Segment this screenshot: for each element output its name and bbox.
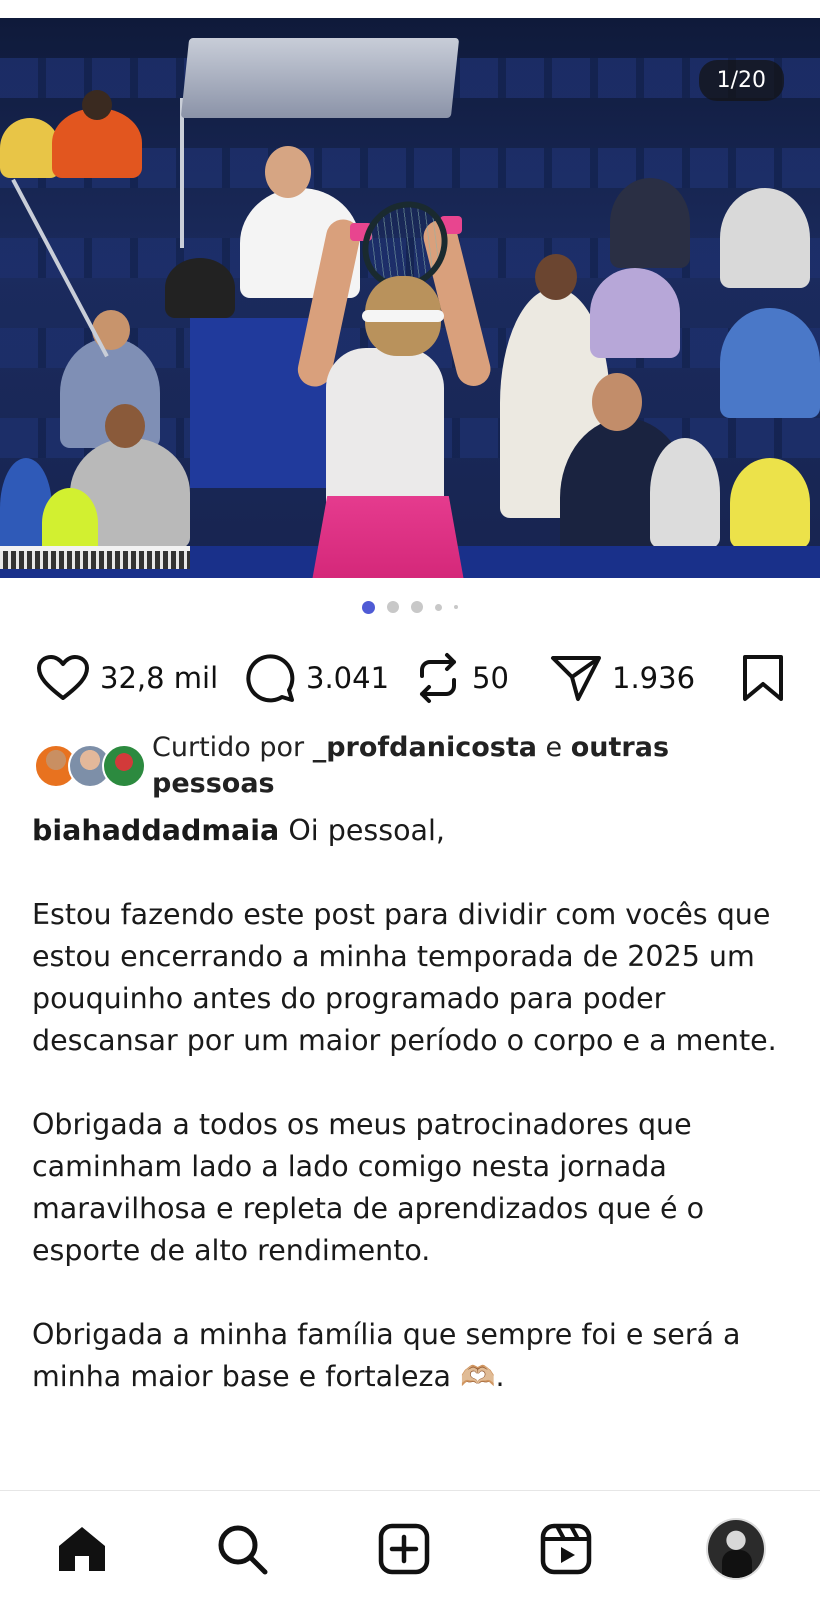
post-image[interactable]: 1/20 [0, 18, 820, 578]
nav-profile[interactable] [706, 1518, 766, 1580]
spectator [610, 178, 690, 268]
carousel-dot [411, 601, 423, 613]
court-net [0, 546, 190, 569]
caption-username[interactable]: biahaddadmaia [32, 814, 279, 847]
carousel-dot [454, 605, 458, 609]
spectator [0, 118, 60, 178]
official-head [592, 373, 642, 431]
liked-by-conjunction: e [536, 732, 571, 763]
repost-count: 50 [472, 661, 509, 695]
post-caption: biahaddadmaia Oi pessoal, Estou fazendo … [32, 810, 792, 1398]
carousel-counter: 1/20 [698, 60, 784, 101]
home-icon [59, 1527, 105, 1571]
caption-paragraph: Obrigada a todos os meus patrocinadores … [32, 1108, 705, 1267]
search-icon [218, 1525, 268, 1575]
stair-rail [180, 98, 184, 248]
send-icon [551, 656, 601, 701]
carousel-dot [387, 601, 399, 613]
avatar [102, 744, 146, 788]
umpire-canopy [180, 38, 460, 118]
bookmark-icon [743, 655, 783, 701]
spectator-head [535, 254, 577, 300]
share-count: 1.936 [612, 661, 696, 695]
profile-avatar [706, 1518, 766, 1580]
comment-count: 3.041 [306, 661, 390, 695]
share-button[interactable]: 1.936 [550, 650, 695, 706]
spectator [590, 268, 680, 358]
post-actions: 32,8 mil 3.041 50 1.936 [0, 650, 820, 706]
player-top [326, 348, 444, 508]
status-bar-gap [0, 0, 820, 18]
umpire-head [265, 146, 311, 198]
repost-icon [420, 653, 456, 703]
comment-icon [246, 654, 295, 703]
carousel-dots [0, 600, 820, 614]
nav-reels[interactable] [536, 1519, 596, 1579]
save-button[interactable] [742, 654, 784, 706]
heart-icon [37, 655, 89, 700]
spectator-head [82, 90, 112, 120]
caption-greeting: Oi pessoal, [279, 814, 445, 847]
player-visor [362, 310, 444, 322]
spectator-head [105, 404, 145, 448]
liked-by-prefix: Curtido por [152, 732, 313, 763]
spectator [650, 438, 720, 548]
repost-button[interactable]: 50 [414, 650, 509, 706]
comment-button[interactable]: 3.041 [244, 650, 389, 706]
caption-paragraph: Obrigada a minha família que sempre foi … [32, 1318, 741, 1393]
caption-paragraph: Estou fazendo este post para dividir com… [32, 898, 777, 1057]
nav-search[interactable] [212, 1519, 272, 1579]
like-count: 32,8 mil [100, 661, 219, 695]
liked-by-user-link[interactable]: _profdanicosta [313, 732, 537, 763]
carousel-dot-active [362, 600, 375, 614]
spectator [730, 458, 810, 548]
player-skirt [312, 496, 464, 578]
liked-by-avatars [34, 744, 146, 788]
reels-icon [540, 1523, 592, 1575]
nav-home[interactable] [52, 1519, 112, 1579]
like-button[interactable]: 32,8 mil [36, 650, 218, 706]
liked-by-text: Curtido por _profdanicosta e outras pess… [152, 730, 772, 802]
nav-create[interactable] [374, 1519, 434, 1579]
carousel-dot [435, 603, 442, 611]
spectator [720, 308, 820, 418]
bottom-navigation [0, 1490, 820, 1601]
spectator [720, 188, 810, 288]
camera [165, 258, 235, 318]
create-icon [378, 1523, 430, 1575]
caption-first-line: biahaddadmaia Oi pessoal, [32, 810, 792, 852]
